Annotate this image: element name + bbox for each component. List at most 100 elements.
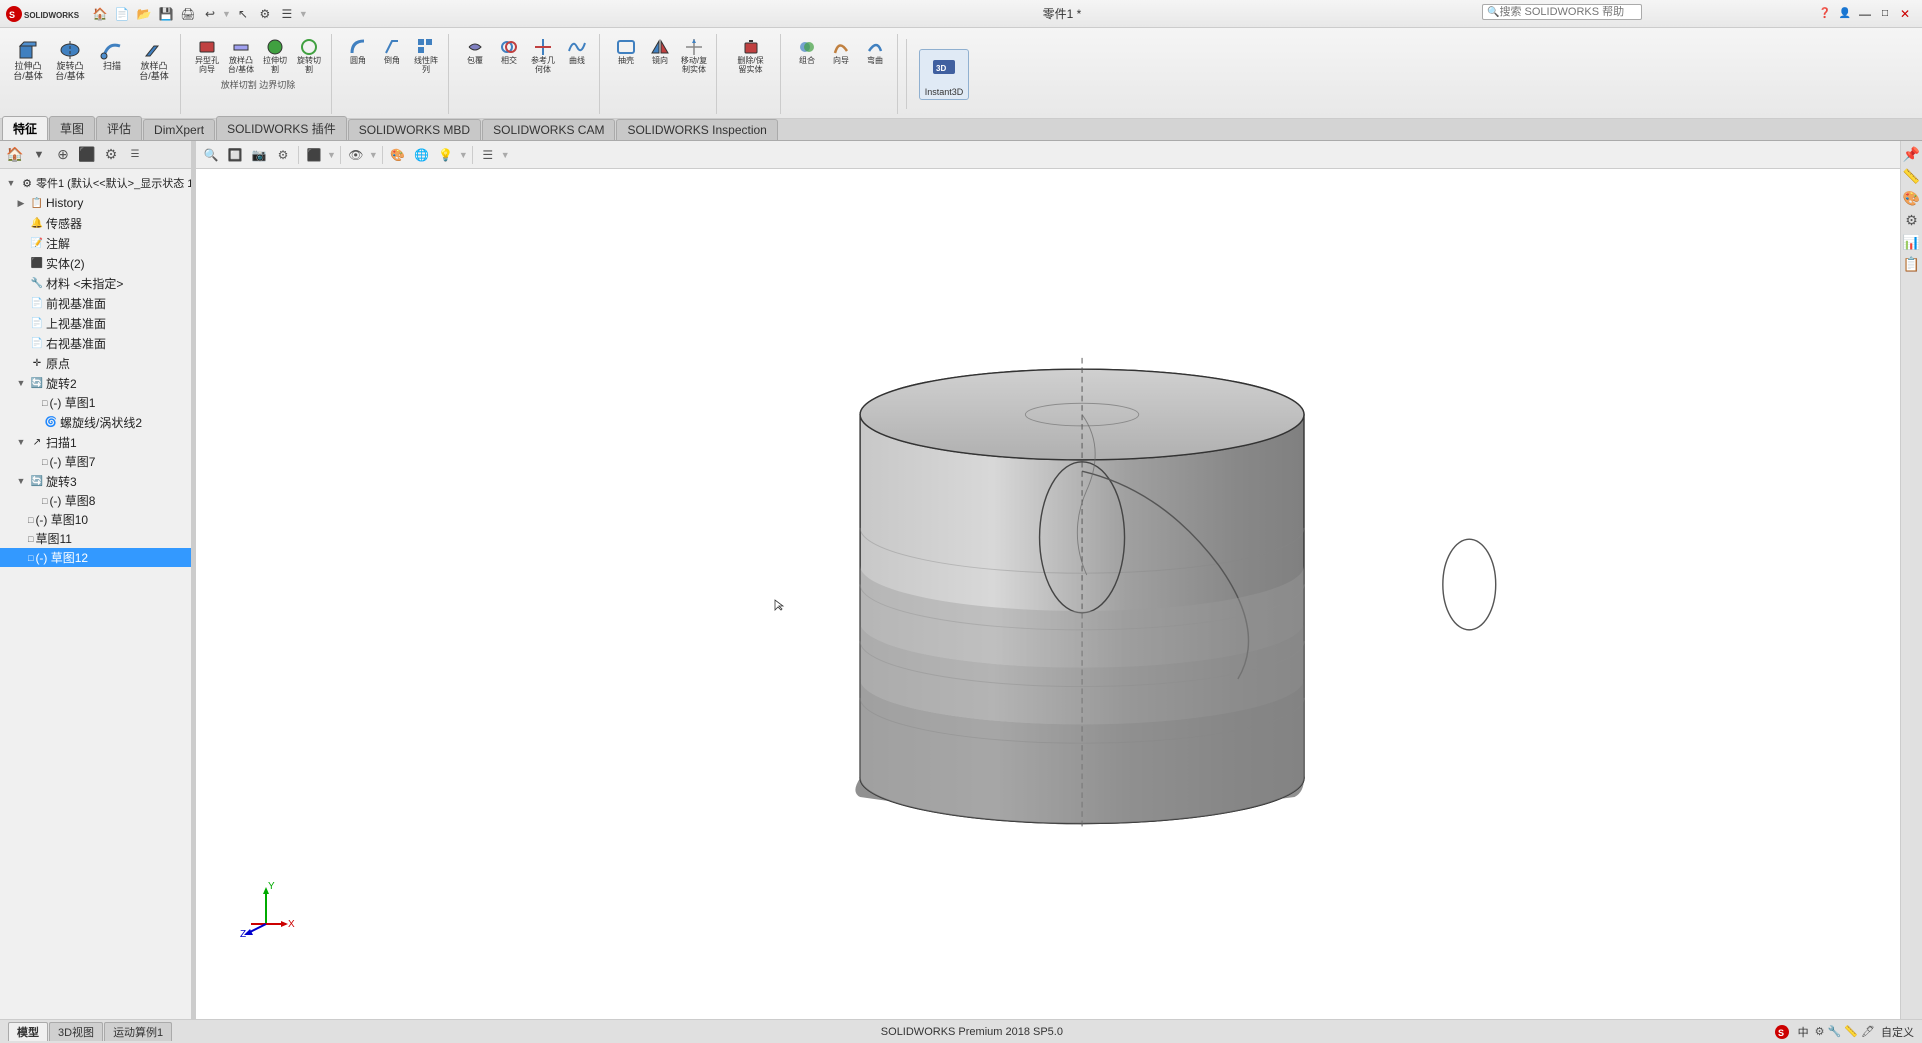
section-view-btn[interactable]: ⚙ <box>272 144 294 166</box>
rp-btn-6[interactable]: 📋 <box>1903 255 1921 273</box>
zoom-to-fit-btn[interactable]: 🔍 <box>200 144 222 166</box>
fillet-btn[interactable]: 圆角 <box>342 36 374 67</box>
maximize-btn[interactable]: □ <box>1876 5 1894 23</box>
tab-features[interactable]: 特征 <box>2 116 48 140</box>
sweep1-expand[interactable]: ▼ <box>14 435 28 449</box>
revolve2-expand[interactable]: ▼ <box>14 376 28 390</box>
rp-btn-1[interactable]: 📌 <box>1903 145 1921 163</box>
tab-3dview[interactable]: 3D视图 <box>49 1022 103 1041</box>
chamfer-btn[interactable]: 倒角 <box>376 36 408 67</box>
window-controls[interactable]: ❓ 👤 — □ ✕ <box>1816 5 1918 23</box>
display-style-btn[interactable]: ⬛ <box>303 144 325 166</box>
delete-solid-btn[interactable]: 删除/保留实体 <box>735 36 767 76</box>
undo-btn[interactable]: ↩ <box>200 4 220 24</box>
customize-label[interactable]: 自定义 <box>1881 1024 1914 1040</box>
tree-right-plane[interactable]: 📄 右视基准面 <box>0 333 191 353</box>
mirror-btn[interactable]: 镜向 <box>644 36 676 67</box>
save-btn[interactable]: 💾 <box>156 4 176 24</box>
tab-evaluate[interactable]: 评估 <box>96 116 142 140</box>
account-icon[interactable]: 👤 <box>1836 5 1854 23</box>
shell-tool-btn[interactable]: 抽壳 <box>610 36 642 67</box>
options-btn[interactable]: ⚙ <box>255 4 275 24</box>
edit-appearance-btn[interactable]: 🎨 <box>387 144 409 166</box>
tree-material[interactable]: 🔧 材料 <未指定> <box>0 273 191 293</box>
flex-btn[interactable]: 弯曲 <box>859 36 891 67</box>
rp-btn-3[interactable]: 🎨 <box>1903 189 1921 207</box>
instant3d-btn[interactable]: 3D Instant3D <box>919 49 969 100</box>
display-pane-btn[interactable]: ☰ <box>477 144 499 166</box>
lang-indicator[interactable]: 中 <box>1798 1024 1809 1040</box>
tab-sw-addins[interactable]: SOLIDWORKS 插件 <box>216 116 347 140</box>
extra-btn[interactable]: ☰ <box>277 4 297 24</box>
tree-helix[interactable]: 🌀 螺旋线/涡状线2 <box>0 412 191 432</box>
tree-origin[interactable]: ✛ 原点 <box>0 353 191 373</box>
combine-btn[interactable]: 组合 <box>791 36 823 67</box>
sidebar-view-btn[interactable]: ⬛ <box>76 144 98 166</box>
new-btn[interactable]: 📄 <box>112 4 132 24</box>
sidebar-home-btn[interactable]: 🏠 <box>4 144 26 166</box>
curves-btn[interactable]: 曲线 <box>561 36 593 67</box>
tab-sketch[interactable]: 草图 <box>49 116 95 140</box>
tree-solid[interactable]: ⬛ 实体(2) <box>0 253 191 273</box>
tab-dimxpert[interactable]: DimXpert <box>143 119 215 140</box>
root-expand[interactable]: ▼ <box>4 176 18 190</box>
tree-front-plane[interactable]: 📄 前视基准面 <box>0 293 191 313</box>
linear-pattern-btn[interactable]: 线性阵列 <box>410 36 442 76</box>
home-btn[interactable]: 🏠 <box>90 4 110 24</box>
revolved-boss-btn[interactable]: 旋转凸台/基体 <box>50 36 90 84</box>
zoom-area-btn[interactable]: 🔲 <box>224 144 246 166</box>
draft-btn[interactable]: 拉伸切割 <box>259 36 291 76</box>
sidebar-settings-btn[interactable]: ⚙ <box>100 144 122 166</box>
rp-btn-4[interactable]: ⚙ <box>1903 211 1921 229</box>
sidebar-search-btn[interactable]: ⊕ <box>52 144 74 166</box>
tree-revolve3[interactable]: ▼ 🔄 旋转3 <box>0 471 191 491</box>
intersect-btn[interactable]: 相交 <box>493 36 525 67</box>
tab-sw-cam[interactable]: SOLIDWORKS CAM <box>482 119 615 140</box>
history-expand[interactable]: ▶ <box>14 196 28 210</box>
previous-view-btn[interactable]: 📷 <box>248 144 270 166</box>
tree-sketch11[interactable]: □ 草图11 <box>0 529 191 548</box>
scene-btn[interactable]: 🌐 <box>411 144 433 166</box>
deform-btn[interactable]: 向导 <box>825 36 857 67</box>
close-btn[interactable]: ✕ <box>1896 5 1914 23</box>
tree-root[interactable]: ▼ ⚙ 零件1 (默认<<默认>_显示状态 1>) <box>0 173 191 193</box>
move-btn[interactable]: 移动/复制实体 <box>678 36 710 76</box>
print-btn[interactable]: 🖨 <box>178 4 198 24</box>
minimize-btn[interactable]: — <box>1856 5 1874 23</box>
tree-top-plane[interactable]: 📄 上视基准面 <box>0 313 191 333</box>
viewport[interactable]: 🔍 🔲 📷 ⚙ ⬛ ▼ 👁 ▼ 🎨 🌐 💡 ▼ ☰ ▼ <box>196 141 1922 1019</box>
boundary-btn[interactable]: 异型孔向导 <box>191 36 223 76</box>
tab-sw-inspection[interactable]: SOLIDWORKS Inspection <box>616 119 777 140</box>
tree-sweep1[interactable]: ▼ ↗ 扫描1 <box>0 432 191 452</box>
tree-sketch10[interactable]: □ (-) 草图10 <box>0 510 191 529</box>
sidebar-filter-btn[interactable]: ▼ <box>28 144 50 166</box>
wrap-btn[interactable]: 包覆 <box>459 36 491 67</box>
select-btn[interactable]: ↖ <box>233 4 253 24</box>
extruded-boss-btn[interactable]: 拉伸凸台/基体 <box>8 36 48 84</box>
sweep-boss-btn[interactable]: 扫描 <box>92 36 132 74</box>
lofted-boss-btn[interactable]: 放样凸台/基体 <box>134 36 174 84</box>
tree-sketch1[interactable]: □ (-) 草图1 <box>0 393 191 412</box>
reference-btn[interactable]: 参考几何体 <box>527 36 559 76</box>
viewport-canvas[interactable]: Y X Z <box>196 169 1902 1019</box>
sidebar-extra-btn[interactable]: ☰ <box>124 144 146 166</box>
help-icon[interactable]: ❓ <box>1816 5 1834 23</box>
tree-sketch12[interactable]: □ (-) 草图12 <box>0 548 191 567</box>
revolve3-expand[interactable]: ▼ <box>14 474 28 488</box>
search-box[interactable]: 🔍 <box>1482 4 1642 20</box>
rp-btn-2[interactable]: 📏 <box>1903 167 1921 185</box>
tree-revolve2[interactable]: ▼ 🔄 旋转2 <box>0 373 191 393</box>
tab-sw-mbd[interactable]: SOLIDWORKS MBD <box>348 119 481 140</box>
tab-motion[interactable]: 运动算例1 <box>104 1022 172 1041</box>
tree-sketch8[interactable]: □ (-) 草图8 <box>0 491 191 510</box>
rib-btn[interactable]: 放样凸台/基体 <box>225 36 257 76</box>
hide-show-btn[interactable]: 👁 <box>345 144 367 166</box>
tree-annotations[interactable]: 📝 注解 <box>0 233 191 253</box>
rp-btn-5[interactable]: 📊 <box>1903 233 1921 251</box>
tab-model[interactable]: 模型 <box>8 1022 48 1041</box>
shell-btn[interactable]: 旋转切割 <box>293 36 325 76</box>
search-input[interactable] <box>1499 6 1629 18</box>
lights-btn[interactable]: 💡 <box>435 144 457 166</box>
tree-sketch7[interactable]: □ (-) 草图7 <box>0 452 191 471</box>
tree-sensors[interactable]: 🔔 传感器 <box>0 213 191 233</box>
